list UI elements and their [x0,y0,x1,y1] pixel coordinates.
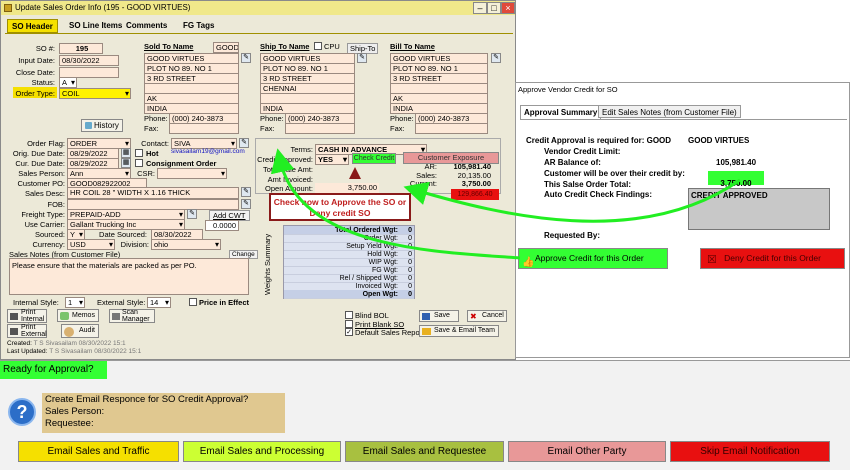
email-sales-person: Sales Person: [45,406,105,417]
arrow-total-to-terms [403,178,741,223]
email-question-box: Create Email Responce for SO Credit Appr… [42,393,285,433]
email-sales-processing-button[interactable]: Email Sales and Processing [183,441,341,462]
email-sales-traffic-button[interactable]: Email Sales and Traffic [18,441,179,462]
email-requestee: Requestee: [45,418,94,429]
email-other-party-button[interactable]: Email Other Party [508,441,666,462]
skip-email-button[interactable]: Skip Email Notification [670,441,830,462]
ready-banner: Ready for Approval? [0,361,107,379]
question-icon: ? [8,398,36,426]
email-question: Create Email Responce for SO Credit Appr… [45,394,249,405]
email-sales-requestee-button[interactable]: Email Sales and Requestee [345,441,504,462]
